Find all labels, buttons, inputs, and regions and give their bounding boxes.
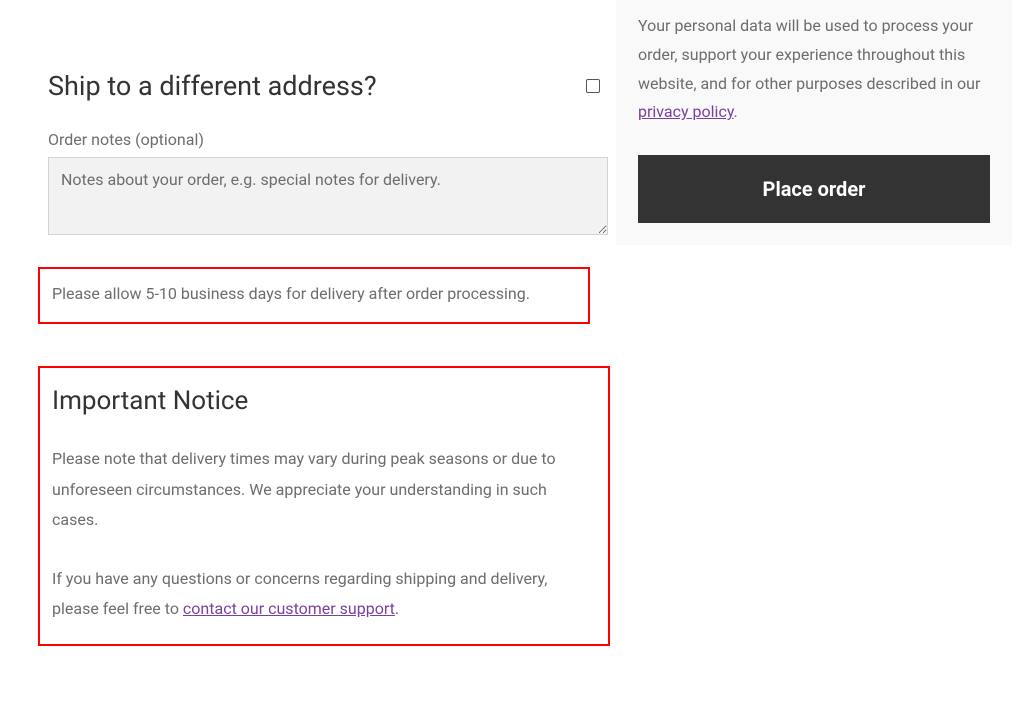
delivery-info-text: Please allow 5-10 business days for deli… bbox=[52, 279, 576, 309]
order-summary-sidebar: Your personal data will be used to proce… bbox=[616, 0, 1012, 245]
order-notes-textarea[interactable] bbox=[48, 157, 608, 235]
privacy-text-before-link: Your personal data will be used to proce… bbox=[638, 16, 980, 93]
order-notes-label: Order notes (optional) bbox=[48, 130, 608, 149]
ship-to-different-address-heading: Ship to a different address? bbox=[48, 70, 377, 102]
delivery-info-box: Please allow 5-10 business days for deli… bbox=[38, 267, 590, 324]
important-notice-box: Important Notice Please note that delive… bbox=[38, 366, 610, 646]
important-notice-heading: Important Notice bbox=[52, 386, 596, 416]
privacy-text-after-link: . bbox=[734, 102, 738, 121]
important-notice-paragraph-2: If you have any questions or concerns re… bbox=[52, 564, 596, 625]
ship-to-different-address-checkbox[interactable] bbox=[586, 79, 600, 93]
privacy-text: Your personal data will be used to proce… bbox=[638, 0, 990, 127]
contact-support-link[interactable]: contact our customer support bbox=[183, 599, 395, 618]
privacy-policy-link[interactable]: privacy policy bbox=[638, 102, 734, 121]
important-notice-paragraph-1: Please note that delivery times may vary… bbox=[52, 444, 596, 535]
place-order-button[interactable]: Place order bbox=[638, 155, 990, 223]
important-notice-text-after-link: . bbox=[395, 599, 399, 618]
